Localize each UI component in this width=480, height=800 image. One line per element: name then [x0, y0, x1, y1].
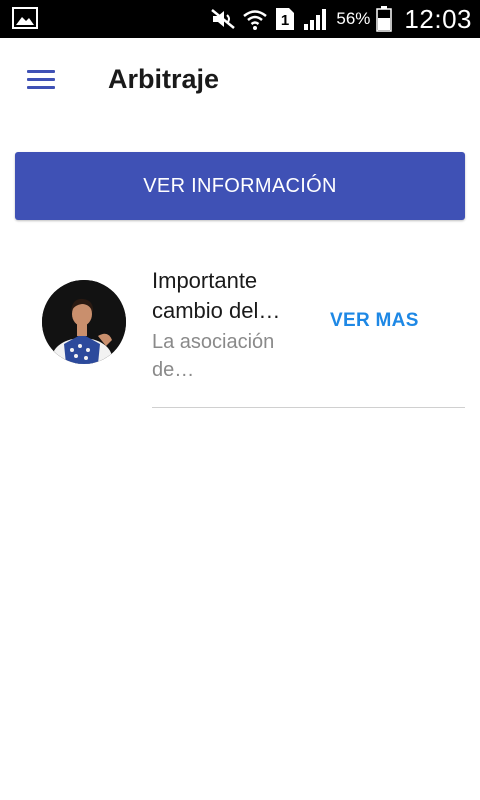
status-icons: 1 56% 12:03: [210, 0, 472, 38]
signal-icon: [304, 9, 327, 30]
sim-slot-number: 1: [281, 12, 289, 29]
status-bar: 1 56% 12:03: [0, 0, 480, 38]
clock: 12:03: [404, 3, 472, 34]
divider: [152, 407, 465, 408]
sim-icon: 1: [276, 8, 295, 30]
avatar: [42, 280, 126, 364]
wifi-icon: [243, 10, 268, 30]
athlete-photo-icon: [42, 280, 126, 364]
news-description: La asociación de…: [152, 331, 275, 381]
page-title: Arbitraje: [108, 64, 220, 94]
mute-icon: [211, 9, 236, 29]
hamburger-menu-icon[interactable]: [27, 70, 57, 90]
battery-percent: 56%: [336, 9, 371, 28]
ver-informacion-button[interactable]: VER INFORMACIÓN: [15, 152, 465, 220]
battery-icon: [376, 6, 393, 32]
ver-mas-button[interactable]: VER MAS: [330, 310, 419, 332]
list-item[interactable]: Importante cambio del… La asociación de……: [0, 252, 480, 408]
app-bar: Arbitraje: [0, 38, 480, 124]
news-title: Importante cambio del…: [152, 268, 281, 323]
gallery-icon: [12, 7, 38, 29]
